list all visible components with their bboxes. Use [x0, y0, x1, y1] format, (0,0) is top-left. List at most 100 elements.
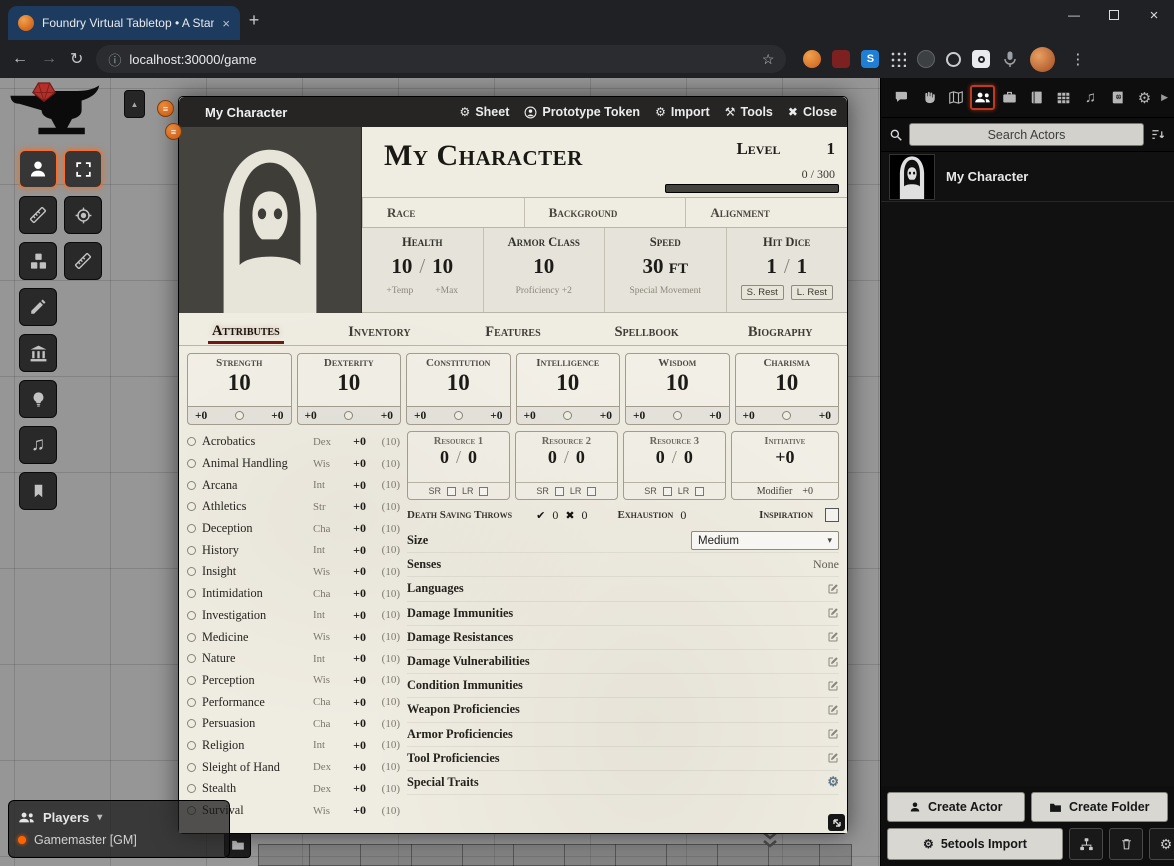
- tool-sounds-button[interactable]: ♫: [19, 426, 57, 464]
- players-header[interactable]: Players ▾: [18, 806, 220, 828]
- death-success-count[interactable]: 0: [552, 508, 558, 523]
- tab-items[interactable]: [997, 85, 1022, 110]
- edit-icon[interactable]: [827, 607, 839, 619]
- skill-name[interactable]: Insight: [202, 564, 307, 579]
- skill-proficiency-radio[interactable]: [187, 633, 196, 642]
- profile-avatar[interactable]: [1030, 47, 1055, 72]
- tab-combat[interactable]: [916, 85, 941, 110]
- save-proficiency-radio[interactable]: [563, 411, 572, 420]
- death-failure-icon[interactable]: ✖: [565, 509, 574, 522]
- skill-row[interactable]: Acrobatics Dex +0 (10): [187, 431, 400, 453]
- new-tab-button[interactable]: +: [240, 6, 268, 34]
- actor-name[interactable]: My Character: [946, 169, 1028, 184]
- edit-icon[interactable]: [827, 583, 839, 595]
- delete-button[interactable]: [1109, 828, 1143, 860]
- save-proficiency-radio[interactable]: [344, 411, 353, 420]
- xp-value[interactable]: 0 / 300: [802, 167, 835, 182]
- ability-save[interactable]: +0: [381, 410, 393, 422]
- level-display[interactable]: Level 1: [736, 139, 835, 159]
- config-gear-icon[interactable]: ⚙: [827, 774, 839, 790]
- skill-row[interactable]: Stealth Dex +0 (10): [187, 778, 400, 800]
- subtool-ruler-button[interactable]: [64, 242, 102, 280]
- skill-proficiency-radio[interactable]: [187, 437, 196, 446]
- tool-lighting-button[interactable]: [19, 380, 57, 418]
- skill-name[interactable]: Deception: [202, 521, 307, 536]
- sheet-config-button[interactable]: ⚙ Sheet: [460, 105, 510, 119]
- detail-field[interactable]: Alignment: [685, 198, 847, 227]
- extension-icon[interactable]: [917, 50, 935, 68]
- close-sheet-button[interactable]: ✖ Close: [788, 105, 837, 119]
- player-row[interactable]: Gamemaster [GM]: [18, 828, 220, 852]
- tab-settings[interactable]: ⚙: [1132, 85, 1157, 110]
- ability-score[interactable]: 10: [736, 369, 839, 406]
- tool-token-button[interactable]: [19, 150, 57, 188]
- short-rest-checkbox[interactable]: [447, 487, 456, 496]
- ability-block[interactable]: Charisma 10 +0 +0: [735, 353, 840, 425]
- skill-name[interactable]: Investigation: [202, 608, 307, 623]
- resource-value[interactable]: 0: [656, 447, 665, 468]
- bookmark-star-icon[interactable]: ☆: [762, 51, 775, 68]
- sheet-tab[interactable]: Features: [446, 319, 580, 345]
- skill-row[interactable]: History Int +0 (10): [187, 539, 400, 561]
- initiative-block[interactable]: Initiative +0 Modifier+0: [731, 431, 839, 500]
- skill-proficiency-radio[interactable]: [187, 719, 196, 728]
- character-name[interactable]: My Character: [384, 139, 583, 173]
- tab-rolltables[interactable]: [1051, 85, 1076, 110]
- module-badge-icon[interactable]: ≡: [165, 123, 182, 140]
- skill-row[interactable]: Arcana Int +0 (10): [187, 474, 400, 496]
- ability-save[interactable]: +0: [600, 410, 612, 422]
- back-button[interactable]: ←: [12, 50, 28, 68]
- speed-stat[interactable]: Speed 30 ft Special Movement: [604, 228, 726, 312]
- long-rest-button[interactable]: L. Rest: [791, 285, 833, 300]
- maximize-button[interactable]: [1094, 0, 1134, 30]
- sort-icon[interactable]: [1150, 127, 1166, 142]
- navigation-collapse-button[interactable]: ▲: [124, 90, 145, 118]
- save-proficiency-radio[interactable]: [673, 411, 682, 420]
- edit-icon[interactable]: [827, 704, 839, 716]
- tool-walls-button[interactable]: [19, 334, 57, 372]
- skill-proficiency-radio[interactable]: [187, 567, 196, 576]
- search-input[interactable]: [909, 123, 1144, 146]
- browser-tab[interactable]: Foundry Virtual Tabletop • A Stan ×: [8, 6, 240, 40]
- address-field[interactable]: ⓘ localhost:30000/game ☆: [96, 45, 786, 73]
- tool-tiles-button[interactable]: [19, 242, 57, 280]
- close-window-button[interactable]: ×: [1134, 0, 1174, 30]
- actor-thumbnail[interactable]: [889, 154, 935, 200]
- subtool-select-button[interactable]: [64, 150, 102, 188]
- death-failure-count[interactable]: 0: [582, 508, 588, 523]
- extension-icon[interactable]: [803, 50, 821, 68]
- resource-block[interactable]: Resource 3 0/0 SR LR: [623, 431, 726, 500]
- create-actor-button[interactable]: Create Actor: [887, 792, 1025, 822]
- resource-value[interactable]: 0: [440, 447, 449, 468]
- death-success-icon[interactable]: ✔: [536, 509, 545, 522]
- sheet-tab[interactable]: Biography: [713, 319, 847, 345]
- edit-icon[interactable]: [827, 631, 839, 643]
- skill-row[interactable]: Insight Wis +0 (10): [187, 561, 400, 583]
- edit-icon[interactable]: [827, 728, 839, 740]
- skill-row[interactable]: Performance Cha +0 (10): [187, 691, 400, 713]
- window-resize-handle[interactable]: [828, 814, 845, 831]
- skill-proficiency-radio[interactable]: [187, 654, 196, 663]
- skill-proficiency-radio[interactable]: [187, 459, 196, 468]
- long-rest-checkbox[interactable]: [479, 487, 488, 496]
- skill-name[interactable]: Athletics: [202, 499, 307, 514]
- inspiration-checkbox[interactable]: [825, 508, 839, 522]
- hd-max[interactable]: 1: [797, 254, 808, 279]
- skill-name[interactable]: Nature: [202, 651, 307, 666]
- sheet-tab[interactable]: Inventory: [313, 319, 447, 345]
- ability-modifier[interactable]: +0: [524, 410, 536, 422]
- tool-notes-button[interactable]: [19, 472, 57, 510]
- skill-name[interactable]: Arcana: [202, 478, 307, 493]
- ability-block[interactable]: Strength 10 +0 +0: [187, 353, 292, 425]
- sheet-tab[interactable]: Spellbook: [580, 319, 714, 345]
- hd-value[interactable]: 1: [766, 254, 777, 279]
- short-rest-button[interactable]: S. Rest: [741, 285, 784, 300]
- ability-modifier[interactable]: +0: [305, 410, 317, 422]
- long-rest-checkbox[interactable]: [587, 487, 596, 496]
- resource-value[interactable]: 0: [548, 447, 557, 468]
- skill-proficiency-radio[interactable]: [187, 698, 196, 707]
- ability-score[interactable]: 10: [298, 369, 401, 406]
- hit-dice-stat[interactable]: Hit Dice 1/1 S. Rest L. Rest: [726, 228, 848, 312]
- ability-score[interactable]: 10: [626, 369, 729, 406]
- skill-proficiency-radio[interactable]: [187, 611, 196, 620]
